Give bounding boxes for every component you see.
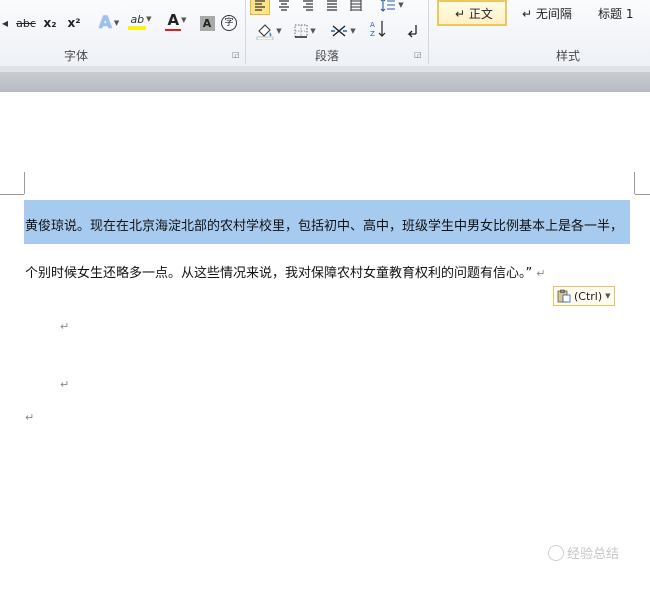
- style-heading-1[interactable]: 标题 1: [582, 0, 650, 26]
- font-dialog-launcher-icon[interactable]: ◲: [232, 50, 240, 59]
- chevron-down-icon: ▼: [146, 15, 152, 23]
- line-spacing-button[interactable]: ▼: [378, 0, 406, 15]
- watermark: 经验总结: [548, 543, 619, 562]
- clear-format-button[interactable]: ◂: [0, 13, 10, 33]
- borders-button[interactable]: ▼: [290, 21, 320, 41]
- char-shading-button[interactable]: A: [198, 13, 216, 33]
- highlight-button[interactable]: ab ▼: [126, 11, 156, 31]
- watermark-logo-icon: [548, 544, 564, 561]
- show-marks-button[interactable]: [402, 21, 422, 41]
- border-icon: [294, 24, 308, 38]
- paragraph-mark-icon: ↵: [25, 411, 35, 424]
- crop-mark-right-h: [635, 194, 650, 195]
- ribbon: ◂ abc x₂ x² A ▼ ab ▼ A ▼ A 字 字体 ◲ ▼ ▼ ▼ …: [0, 0, 650, 67]
- shading-button[interactable]: ▼: [252, 21, 286, 41]
- strikethrough-button[interactable]: abc: [15, 13, 37, 33]
- paragraph-group-label: 段落: [315, 49, 340, 63]
- paste-options-label: (Ctrl): [574, 289, 603, 303]
- paragraph-mark-icon: ↵: [60, 320, 70, 333]
- text-effects-button[interactable]: A ▼: [95, 13, 123, 33]
- style-no-spacing[interactable]: ↵ 无间隔: [506, 0, 578, 26]
- superscript-button[interactable]: x²: [64, 13, 84, 33]
- subscript-button[interactable]: x₂: [40, 13, 60, 33]
- chevron-down-icon: ▼: [276, 27, 282, 35]
- group-divider: [245, 0, 246, 64]
- chevron-down-icon: ▼: [350, 27, 356, 35]
- chevron-down-icon: ▼: [605, 292, 611, 300]
- chevron-down-icon: ▼: [398, 1, 404, 9]
- crop-mark-right: [634, 172, 635, 194]
- highlight-color-bar: [128, 25, 146, 30]
- chevron-down-icon: ▼: [310, 27, 316, 35]
- crop-mark-left-h: [0, 194, 24, 195]
- align-left-button[interactable]: [250, 0, 270, 15]
- document-text-line-1[interactable]: 黄俊琼说。现在在北京海淀北部的农村学校里，包括初中、高中，班级学生中男女比例基本…: [25, 215, 623, 234]
- sort-button[interactable]: AZ: [368, 19, 388, 39]
- align-left-icon: [255, 0, 265, 11]
- paragraph-mark-icon: [407, 25, 417, 38]
- paragraph-mark-icon: ↵: [536, 267, 546, 280]
- chinese-layout-icon: [331, 25, 348, 37]
- paragraph-dialog-launcher-icon[interactable]: ◲: [414, 50, 422, 59]
- watermark-text: 经验总结: [567, 547, 620, 562]
- chevron-down-icon: ▼: [181, 16, 187, 24]
- align-right-button[interactable]: [298, 0, 318, 15]
- svg-text:A: A: [370, 21, 375, 29]
- align-right-icon: [303, 0, 313, 11]
- distributed-button[interactable]: [346, 0, 366, 15]
- styles-group-label: 样式: [556, 49, 581, 63]
- document-text-line-2[interactable]: 个别时候女生还略多一点。从这些情况来说，我对保障农村女童教育权利的问题有信心。”…: [25, 262, 545, 281]
- document-text-line-2-content: 个别时候女生还略多一点。从这些情况来说，我对保障农村女童教育权利的问题有信心。”: [25, 266, 533, 281]
- distributed-icon: [350, 0, 362, 11]
- font-color-icon: A: [167, 11, 180, 29]
- align-center-button[interactable]: [274, 0, 294, 15]
- justify-button[interactable]: [322, 0, 342, 15]
- font-color-bar: [165, 29, 181, 31]
- svg-text:Z: Z: [370, 30, 375, 38]
- justify-icon: [327, 0, 337, 11]
- ruler-band: [0, 72, 650, 92]
- chevron-down-icon: ▼: [113, 19, 120, 27]
- sort-icon: AZ: [370, 21, 386, 38]
- char-shading-icon: A: [199, 15, 215, 31]
- line-spacing-icon: [380, 0, 396, 12]
- style-normal[interactable]: ↵ 正文: [437, 0, 507, 26]
- paragraph-mark-icon: ↵: [60, 378, 70, 391]
- format-dot-icon: ◂: [1, 16, 9, 30]
- chinese-layout-button[interactable]: ▼: [326, 21, 360, 41]
- text-effects-icon: A: [98, 13, 112, 33]
- group-divider: [428, 0, 429, 64]
- paste-options-button[interactable]: (Ctrl) ▼: [553, 286, 615, 306]
- font-group-label: 字体: [64, 49, 89, 63]
- align-center-icon: [279, 0, 289, 11]
- clipboard-icon: [557, 289, 571, 303]
- font-color-button[interactable]: A ▼: [162, 11, 192, 31]
- enclose-char-button[interactable]: 字: [220, 13, 238, 33]
- enclose-char-icon: 字: [221, 15, 237, 31]
- crop-mark-left: [24, 172, 25, 194]
- highlighter-icon: ab: [130, 12, 145, 26]
- paint-bucket-icon: [256, 24, 274, 40]
